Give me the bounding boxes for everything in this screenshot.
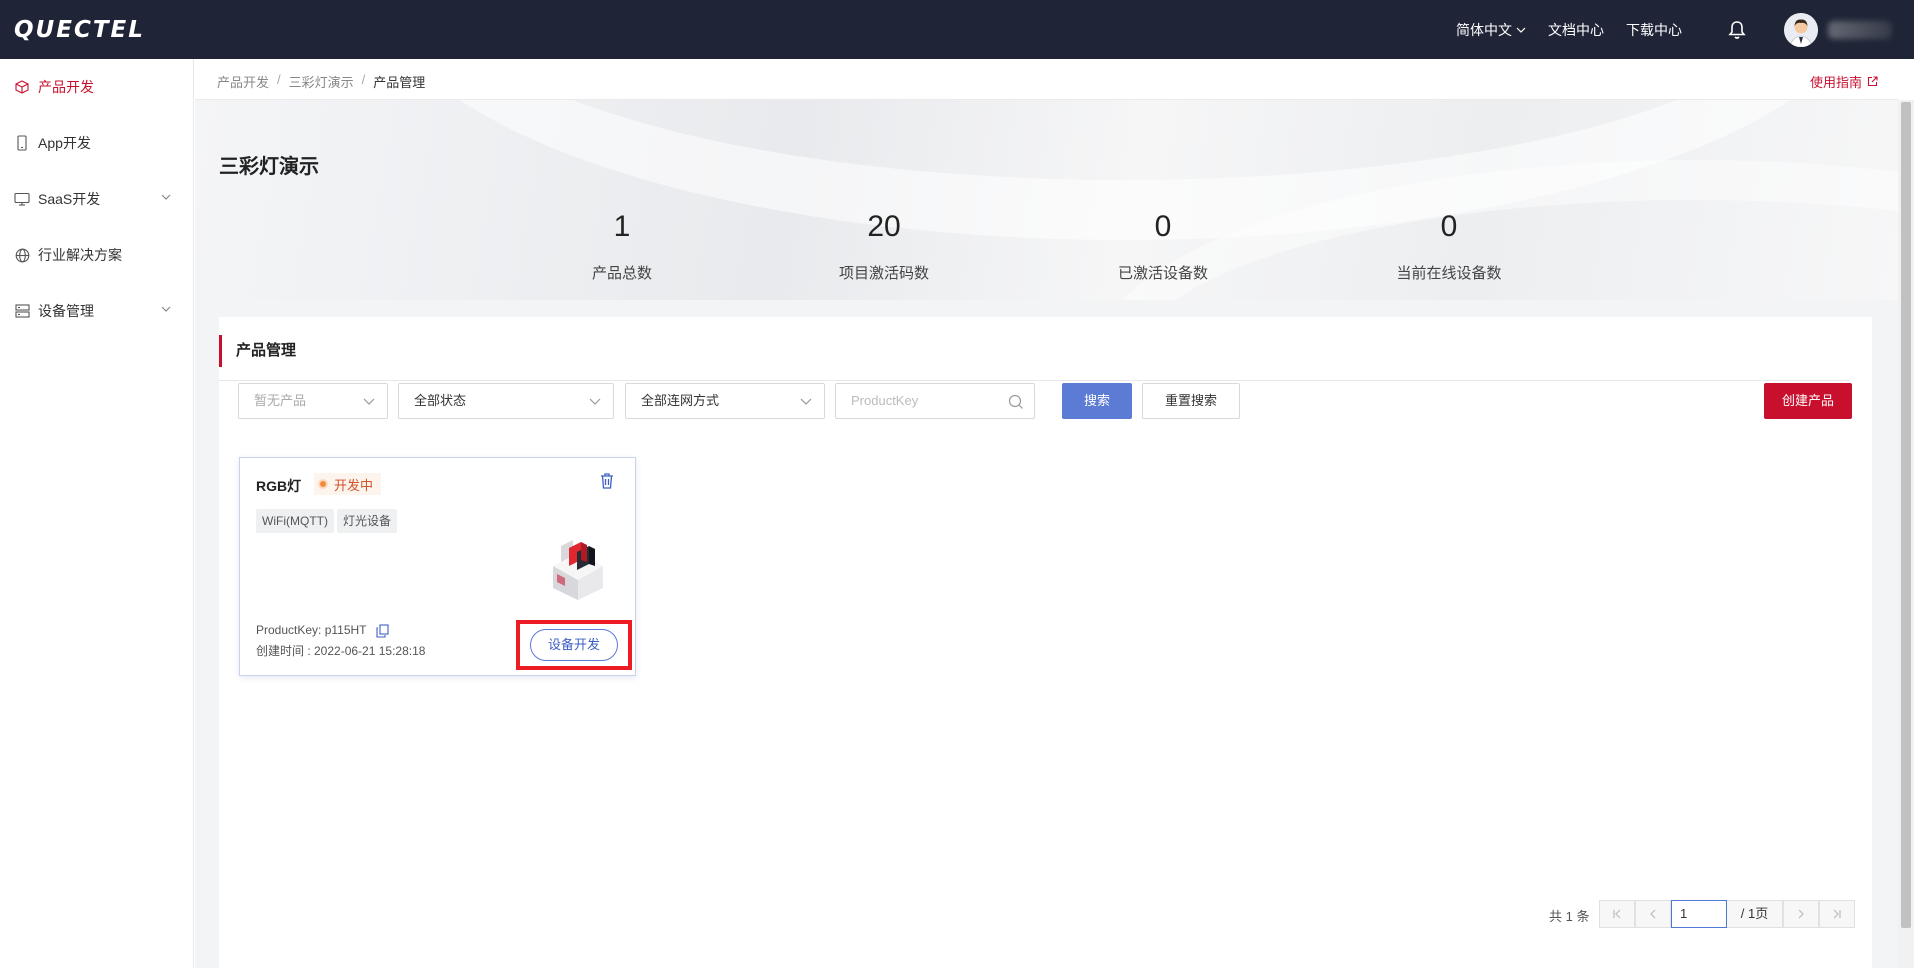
stat-value: 0: [1154, 210, 1172, 243]
chevron-down-icon: [161, 194, 171, 200]
chevron-down-icon: [589, 398, 601, 405]
top-navbar: QUECTEL 简体中文 文档中心 下载中心: [0, 0, 1914, 59]
sidebar-item-label: SaaS开发: [38, 191, 101, 207]
select-value: 全部状态: [414, 393, 467, 408]
breadcrumb-bar: 产品开发 / 三彩灯演示 / 产品管理 使用指南: [195, 59, 1898, 100]
language-selector[interactable]: 简体中文: [1456, 20, 1526, 40]
pagination-total: 共 1 条: [1549, 909, 1590, 924]
status-label: 开发中: [334, 477, 374, 493]
username-redacted: [1828, 20, 1892, 39]
stat-value: 1: [613, 210, 631, 243]
external-link-icon: [1867, 76, 1878, 87]
docs-link[interactable]: 文档中心: [1548, 20, 1604, 40]
sidebar-item-saas-dev[interactable]: SaaS开发: [0, 171, 193, 227]
bell-icon[interactable]: [1726, 19, 1748, 41]
stat-label: 已激活设备数: [1117, 265, 1208, 282]
sidebar-item-device-management[interactable]: 设备管理: [0, 283, 193, 339]
prev-page-button[interactable]: [1635, 900, 1671, 928]
first-page-button[interactable]: [1599, 900, 1635, 928]
stat-value: 0: [1440, 210, 1458, 243]
product-filter-select[interactable]: 暂无产品: [238, 383, 388, 419]
create-product-button[interactable]: 创建产品: [1764, 383, 1852, 419]
avatar[interactable]: [1784, 12, 1818, 47]
downloads-link[interactable]: 下载中心: [1626, 20, 1682, 40]
next-page-button[interactable]: [1783, 900, 1819, 928]
chevron-down-icon: [161, 306, 171, 312]
delete-icon[interactable]: [599, 472, 615, 493]
sidebar-item-label: 设备管理: [38, 303, 94, 319]
first-page-icon: [1613, 909, 1621, 919]
status-badge: 开发中: [314, 473, 382, 495]
language-label: 简体中文: [1456, 21, 1512, 38]
breadcrumb-separator: /: [277, 72, 281, 87]
search-icon: [1008, 394, 1023, 409]
panel-title: 产品管理: [219, 335, 296, 367]
search-button[interactable]: 搜索: [1062, 383, 1132, 419]
stat-activated-devices: 0 已激活设备数: [1063, 210, 1263, 283]
chevron-down-icon: [1516, 27, 1526, 33]
select-value: 暂无产品: [254, 393, 307, 408]
chevron-down-icon: [800, 398, 812, 405]
total-pages: / 1页: [1727, 900, 1783, 928]
breadcrumb-item[interactable]: 产品开发: [217, 72, 269, 91]
device-development-button[interactable]: 设备开发: [530, 629, 618, 661]
input-placeholder: ProductKey: [851, 393, 919, 408]
breadcrumb-current: 产品管理: [373, 75, 426, 90]
stat-value: 20: [867, 210, 901, 243]
cube-icon: [14, 79, 30, 95]
stat-product-total: 1 产品总数: [522, 210, 722, 283]
chevron-left-icon: [1650, 909, 1656, 919]
chevron-right-icon: [1798, 909, 1804, 919]
product-name: RGB灯: [256, 478, 302, 494]
sidebar-item-industry-solutions[interactable]: 行业解决方案: [0, 227, 193, 283]
product-key: ProductKey: p115HT: [256, 623, 367, 637]
server-icon: [14, 303, 30, 319]
status-filter-select[interactable]: 全部状态: [398, 383, 614, 419]
stat-label: 当前在线设备数: [1396, 265, 1502, 282]
usage-guide-label: 使用指南: [1809, 75, 1862, 90]
monitor-icon: [14, 191, 30, 207]
main-content: 产品开发 / 三彩灯演示 / 产品管理 使用指南 三彩灯演示 1 产品总数 20…: [195, 59, 1898, 968]
project-title: 三彩灯演示: [219, 156, 319, 178]
quectel-logo[interactable]: QUECTEL: [14, 17, 145, 43]
network-filter-select[interactable]: 全部连网方式: [625, 383, 825, 419]
productkey-search-input[interactable]: ProductKey: [835, 383, 1035, 419]
select-value: 全部连网方式: [641, 393, 720, 408]
stat-label: 项目激活码数: [838, 265, 929, 282]
phone-icon: [14, 135, 30, 151]
stat-activation-codes: 20 项目激活码数: [784, 210, 984, 283]
stat-label: 产品总数: [591, 265, 652, 282]
divider: [219, 380, 1849, 381]
product-card[interactable]: RGB灯 开发中 WiFi(MQTT) 灯光设备 ProductKey: p11…: [239, 457, 636, 676]
sidebar-item-label: 产品开发: [38, 79, 94, 95]
breadcrumb-separator: /: [361, 72, 366, 87]
copy-icon[interactable]: [376, 624, 389, 641]
tag-category: 灯光设备: [337, 509, 398, 533]
breadcrumb-item[interactable]: 三彩灯演示: [289, 72, 354, 91]
sidebar-item-label: App开发: [38, 135, 91, 151]
vertical-scrollbar[interactable]: [1898, 100, 1914, 968]
scrollbar-thumb[interactable]: [1901, 102, 1911, 928]
last-page-button[interactable]: [1819, 900, 1855, 928]
usage-guide-link[interactable]: 使用指南: [1810, 72, 1878, 91]
globe-icon: [14, 247, 30, 263]
product-image: [543, 530, 613, 600]
stat-online-devices: 0 当前在线设备数: [1349, 210, 1549, 283]
status-dot: [320, 481, 326, 487]
sidebar-item-product-dev[interactable]: 产品开发: [0, 59, 193, 115]
sidebar: 产品开发 App开发 SaaS开发 行业解决方案 设备管理: [0, 59, 194, 968]
sidebar-item-app-dev[interactable]: App开发: [0, 115, 193, 171]
top-nav: 简体中文 文档中心 下载中心: [1456, 0, 1914, 59]
created-time: 创建时间 : 2022-06-21 15:28:18: [256, 644, 426, 658]
last-page-icon: [1833, 909, 1841, 919]
chevron-down-icon: [363, 398, 375, 405]
breadcrumb: 产品开发 / 三彩灯演示 / 产品管理: [217, 72, 425, 91]
sidebar-item-label: 行业解决方案: [38, 247, 122, 263]
tag-network: WiFi(MQTT): [256, 509, 334, 533]
page-number-input[interactable]: 1: [1671, 900, 1727, 928]
reset-search-button[interactable]: 重置搜索: [1142, 383, 1240, 419]
project-overview: 三彩灯演示 1 产品总数 20 项目激活码数 0 已激活设备数 0 当前在线设备…: [195, 100, 1898, 300]
